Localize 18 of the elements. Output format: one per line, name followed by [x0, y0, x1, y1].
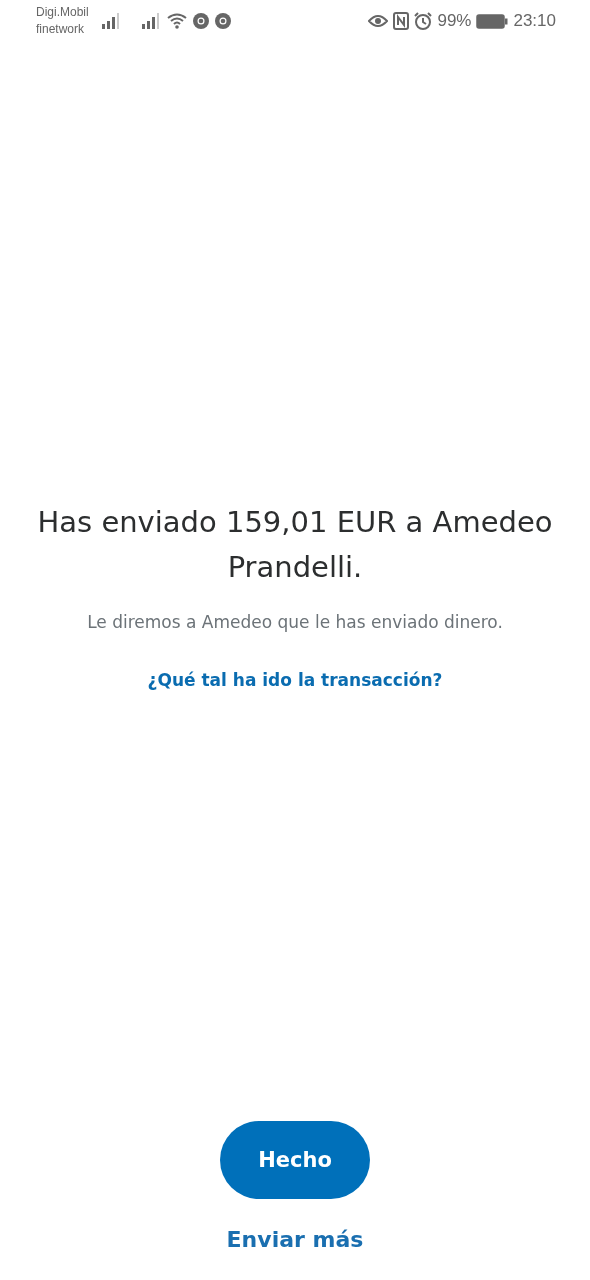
alarm-icon [414, 12, 433, 30]
done-button[interactable]: Hecho [220, 1121, 370, 1199]
carrier-name: finetwork [36, 21, 86, 38]
browser-icon [192, 13, 209, 29]
signal-icon [140, 13, 161, 29]
clock-time: 23:10 [513, 11, 556, 31]
battery-percent: 99% [437, 11, 472, 31]
battery-icon [476, 13, 509, 29]
send-more-link[interactable]: Enviar más [226, 1227, 364, 1252]
nfc-icon [393, 12, 410, 30]
eye-icon [368, 14, 389, 28]
carrier-name: Digi.Mobil [36, 4, 89, 21]
confirmation-heading: Has enviado 159,01 EUR a Amedeo Prandelli. [36, 504, 554, 586]
signal-icon [100, 13, 121, 29]
wifi-icon [166, 13, 187, 29]
feedback-link[interactable]: ¿Qué tal ha ido la transacción? [147, 670, 443, 690]
browser-icon [214, 13, 231, 29]
confirmation-message: Le diremos a Amedeo que le has enviado dinero. [87, 612, 503, 632]
